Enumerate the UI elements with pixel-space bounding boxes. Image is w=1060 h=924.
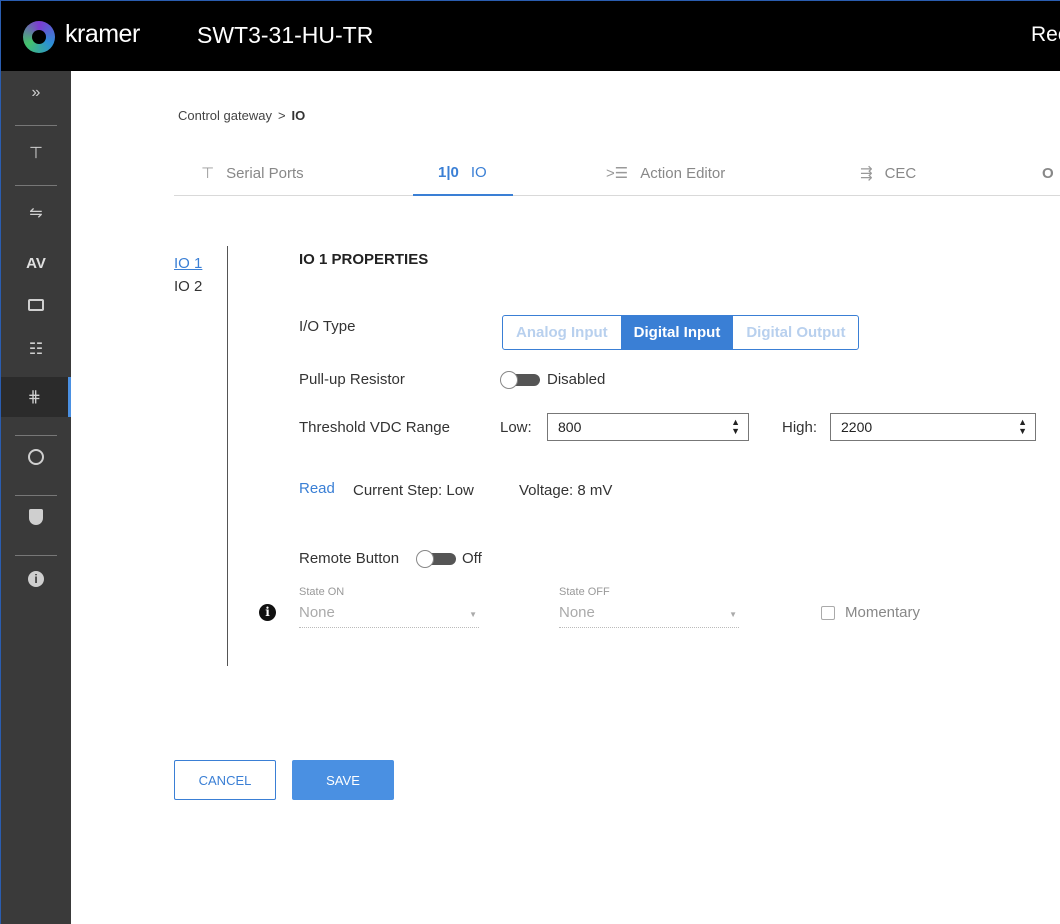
header-right-text[interactable]: Rec xyxy=(1031,23,1060,47)
cec-icon: ⇶ xyxy=(860,165,873,182)
state-off-dropdown[interactable]: None ▼ xyxy=(559,604,739,628)
sidebar-divider xyxy=(15,495,57,496)
io-list: IO 1 IO 2 xyxy=(174,255,202,301)
edid-box-icon xyxy=(28,299,44,311)
routing-icon[interactable]: ⊤ xyxy=(1,133,71,173)
state-on-dropdown[interactable]: None ▼ xyxy=(299,604,479,628)
spinner-arrows-icon[interactable]: ▲ ▼ xyxy=(731,418,740,436)
settings-icon[interactable]: ☷ xyxy=(1,329,71,369)
pullup-state: Disabled xyxy=(547,371,606,388)
tab-label: Action Editor xyxy=(640,164,726,182)
threshold-label: Threshold VDC Range xyxy=(299,419,450,436)
io-type-digital-output[interactable]: Digital Output xyxy=(733,316,858,349)
expand-glyph: » xyxy=(31,84,41,101)
pullup-toggle[interactable] xyxy=(500,371,540,389)
kramer-logo-icon xyxy=(23,21,55,53)
state-on-value: None xyxy=(299,604,335,621)
io-type-label: I/O Type xyxy=(299,318,356,335)
chevron-down-icon: ▼ xyxy=(729,610,737,619)
edid-icon[interactable] xyxy=(1,285,71,325)
sidebar-divider xyxy=(15,185,57,186)
window-frame xyxy=(0,0,1060,924)
auto-glyph: ⇋ xyxy=(29,205,43,222)
io-type-selector: Analog Input Digital Input Digital Outpu… xyxy=(502,315,860,350)
io-list-item[interactable]: IO 1 xyxy=(174,255,202,272)
tab-label: CEC xyxy=(884,164,917,182)
tab-cec[interactable]: ⇶ CEC xyxy=(860,150,916,196)
state-off-value: None xyxy=(559,604,595,621)
io-type-analog-input[interactable]: Analog Input xyxy=(503,316,621,349)
brand-name: kramer xyxy=(65,20,140,48)
high-value: 2200 xyxy=(841,419,873,435)
voltage-readout: Voltage: 8 mV xyxy=(519,482,613,499)
routing-glyph: ⊤ xyxy=(29,145,43,162)
security-icon[interactable] xyxy=(1,497,71,537)
properties-title: IO 1 PROPERTIES xyxy=(299,251,429,268)
breadcrumb-separator: > xyxy=(277,108,286,123)
cancel-button[interactable]: CANCEL xyxy=(174,760,276,800)
info-icon[interactable]: i xyxy=(259,604,276,621)
momentary-label: Momentary xyxy=(845,604,921,621)
tab-label: IO xyxy=(470,163,487,181)
low-value-input[interactable]: 800 ▲ ▼ xyxy=(547,413,749,441)
divider-line xyxy=(227,246,228,666)
control-gateway-icon[interactable]: ⋕ xyxy=(1,377,71,417)
read-button[interactable]: Read xyxy=(299,480,335,497)
low-label: Low: xyxy=(500,419,532,436)
spinner-arrows-icon[interactable]: ▲ ▼ xyxy=(1018,418,1027,436)
sidebar-divider xyxy=(15,125,57,126)
momentary-checkbox[interactable] xyxy=(821,606,835,620)
info-circle-icon: i xyxy=(28,571,44,587)
save-button[interactable]: SAVE xyxy=(292,760,394,800)
sidebar-divider xyxy=(15,435,57,436)
toggle-knob xyxy=(416,550,434,568)
gauge-icon xyxy=(28,449,44,465)
state-on-label: State ON xyxy=(299,586,345,598)
settings-glyph: ☷ xyxy=(28,341,44,358)
tab-serial-ports[interactable]: ⊤ Serial Ports xyxy=(201,150,304,196)
av-glyph: AV xyxy=(26,254,46,272)
remote-button-state: Off xyxy=(462,550,482,567)
breadcrumb-parent[interactable]: Control gateway xyxy=(178,108,272,123)
more-icon: O xyxy=(1042,164,1054,182)
pullup-label: Pull-up Resistor xyxy=(299,371,405,388)
serial-ports-icon: ⊤ xyxy=(201,165,215,182)
top-bar: kramer SWT3-31-HU-TR Rec xyxy=(1,1,1060,71)
remote-button-label: Remote Button xyxy=(299,550,400,567)
io-icon: 1|0 xyxy=(438,163,459,181)
tab-label: Serial Ports xyxy=(226,164,304,182)
av-icon[interactable]: AV xyxy=(1,243,71,283)
io-list-item[interactable]: IO 2 xyxy=(174,278,202,295)
expand-chevrons-icon[interactable]: » xyxy=(1,73,71,113)
high-label: High: xyxy=(782,419,818,436)
gateway-glyph: ⋕ xyxy=(27,389,42,406)
state-off-label: State OFF xyxy=(559,586,610,598)
shield-icon xyxy=(29,509,43,525)
tab-more[interactable]: O xyxy=(1042,150,1060,196)
breadcrumb: Control gateway > IO xyxy=(178,108,305,123)
current-step: Current Step: Low xyxy=(353,482,474,499)
io-type-digital-input[interactable]: Digital Input xyxy=(620,316,734,349)
remote-button-toggle[interactable] xyxy=(416,550,456,568)
sidebar-divider xyxy=(15,555,57,556)
high-value-input[interactable]: 2200 ▲ ▼ xyxy=(830,413,1036,441)
diagnostics-icon[interactable] xyxy=(1,437,71,477)
tab-action-editor[interactable]: >☰ Action Editor xyxy=(606,150,725,196)
action-editor-icon: >☰ xyxy=(606,165,629,182)
toggle-knob xyxy=(500,371,518,389)
info-icon[interactable]: i xyxy=(1,559,71,599)
tab-bar: ⊤ Serial Ports 1|0 IO >☰ Action Editor ⇶… xyxy=(174,150,1060,196)
tab-io[interactable]: 1|0 IO xyxy=(413,150,513,196)
auto-switching-icon[interactable]: ⇋ xyxy=(1,193,71,233)
breadcrumb-current: IO xyxy=(291,108,306,123)
sidebar: » ⊤ ⇋ AV ☷ ⋕ i xyxy=(1,71,71,924)
low-value: 800 xyxy=(558,419,582,435)
device-name: SWT3-31-HU-TR xyxy=(197,22,374,48)
chevron-down-icon: ▼ xyxy=(469,610,477,619)
